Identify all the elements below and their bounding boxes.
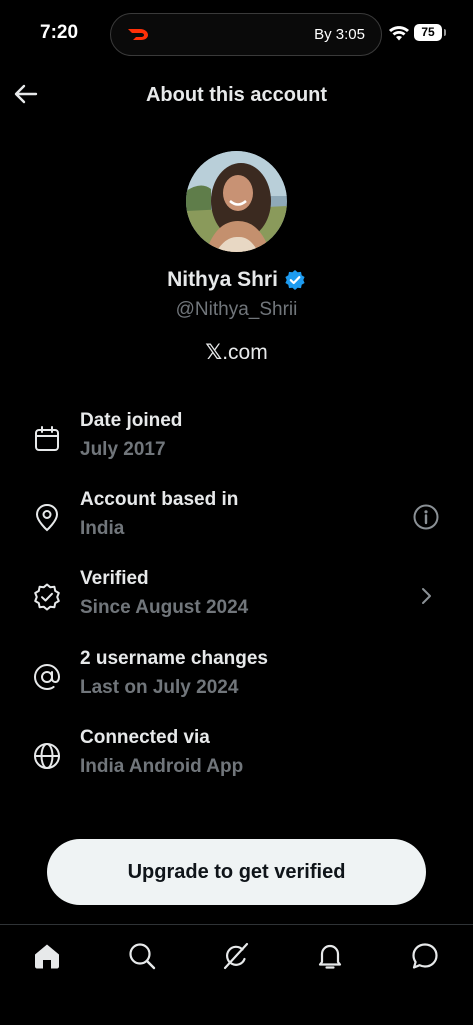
row-title: Connected via [80,727,210,748]
home-icon[interactable] [32,941,62,971]
upgrade-button[interactable]: Upgrade to get verified [47,839,426,905]
row-subtitle: Last on July 2024 [80,677,239,698]
globe-icon [34,743,60,769]
row-title: 2 username changes [80,648,268,669]
profile-site[interactable]: 𝕏.com [0,340,473,365]
status-time: 7:20 [40,22,79,43]
info-row-connected-via: Connected via India Android App [0,727,473,789]
live-activity-eta: By 3:05 [314,26,365,43]
profile-name-row: Nithya Shri [0,268,473,292]
page-title: About this account [145,84,328,106]
grok-icon[interactable] [221,941,251,971]
row-title: Account based in [80,489,239,510]
avatar[interactable] [186,151,287,252]
messages-icon[interactable] [410,941,440,971]
row-title: Verified [80,568,149,589]
at-sign-icon [33,663,61,691]
verified-badge-icon[interactable] [284,269,306,291]
info-row-date-joined: Date joined July 2017 [0,410,473,472]
wifi-icon [389,26,409,41]
verified-badge-outline-icon [34,583,60,611]
profile-name: Nithya Shri [167,268,278,291]
row-subtitle: India Android App [80,756,244,777]
row-title: Date joined [80,410,183,431]
profile-handle: @Nithya_Shrii [175,299,298,320]
bottom-nav [0,924,473,1025]
info-icon[interactable] [412,503,440,531]
search-icon[interactable] [127,941,157,971]
info-row-username-changes: 2 username changes Last on July 2024 [0,648,473,710]
location-pin-icon [35,503,59,532]
battery-indicator: 75 [414,24,446,41]
row-subtitle: India [80,518,125,539]
row-subtitle: July 2017 [80,439,166,460]
calendar-icon [35,426,59,451]
chevron-right-icon[interactable] [412,582,440,610]
info-row-account-based-in: Account based in India [0,489,473,551]
info-row-verified[interactable]: Verified Since August 2024 [0,568,473,630]
doordash-logo-icon [128,29,148,40]
row-subtitle: Since August 2024 [80,597,249,618]
status-bar: 7:20 By 3:05 75 [0,0,473,70]
profile-site-suffix: .com [222,341,268,364]
x-logo-icon: 𝕏 [205,341,223,364]
live-activity-pill[interactable]: By 3:05 [110,13,382,56]
notifications-icon[interactable] [315,941,345,971]
